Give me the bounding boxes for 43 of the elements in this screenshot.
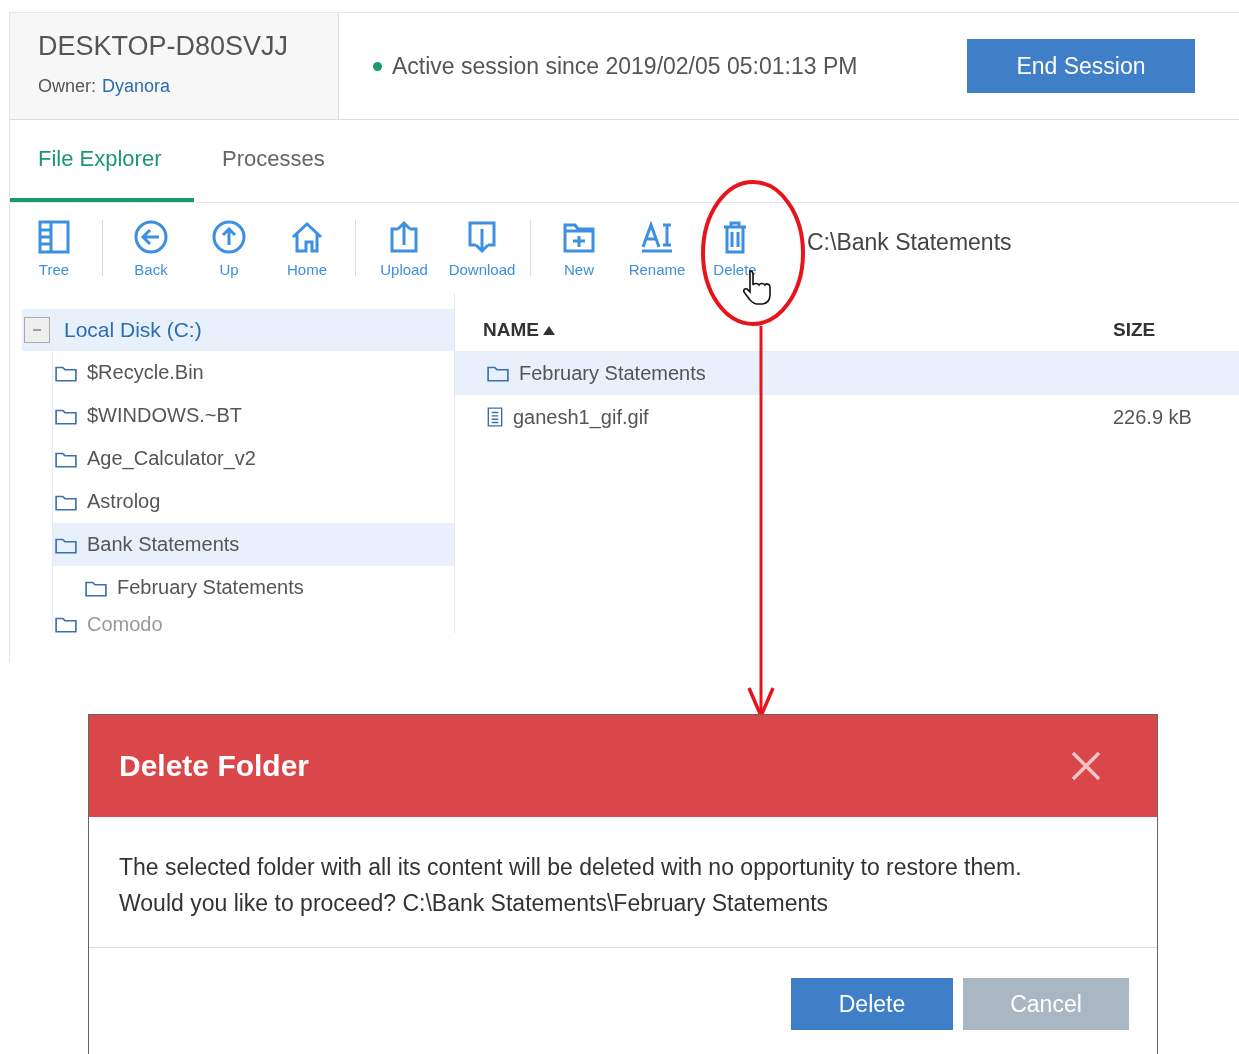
file-name: ganesh1_gif.gif <box>513 405 649 429</box>
confirm-button[interactable]: Delete <box>791 978 953 1030</box>
dialog-message: The selected folder with all its content will be deleted with no opportunity to restore them. <box>119 853 1023 882</box>
dialog-title: Delete Folder <box>119 749 310 783</box>
toolbar-button[interactable]: Tree <box>18 218 90 278</box>
sort-ascending-icon <box>542 325 555 335</box>
column-header[interactable]: SIZE <box>1113 319 1156 341</box>
toolbar-button[interactable]: Upload <box>368 218 440 278</box>
toolbar-button[interactable]: Up <box>193 218 265 278</box>
status-dot-icon <box>373 61 382 71</box>
end-session-button[interactable]: End Session <box>967 39 1195 93</box>
column-header[interactable]: NAME <box>483 319 555 341</box>
toolbar-button[interactable]: Rename <box>621 218 693 278</box>
file-row[interactable]: February Statements <box>455 351 1239 395</box>
tree-item[interactable]: Comodo <box>53 609 454 633</box>
file-name: February Statements <box>519 361 706 385</box>
folder-icon <box>487 364 509 382</box>
file-row[interactable]: ganesh1_gif.gif 226.9 kB <box>455 395 1239 439</box>
tree-item[interactable]: Age_Calculator_v2 <box>53 437 454 480</box>
tree-item[interactable]: $WINDOWS.~BT <box>53 394 454 437</box>
tree-item[interactable]: $Recycle.Bin <box>53 351 454 394</box>
owner-label: Owner: <box>38 76 97 97</box>
tree-item[interactable]: Local Disk (C:) <box>22 309 454 351</box>
toolbar-button[interactable]: New <box>543 218 615 278</box>
path-field[interactable]: C:\Bank Statements <box>807 228 1012 268</box>
document-icon <box>487 407 503 427</box>
tree-item[interactable]: February Statements <box>83 566 454 609</box>
dialog-message: Would you like to proceed? C:\Bank Statements\February Statements <box>119 889 830 918</box>
computer-name: DESKTOP-D80SVJJ <box>38 31 290 62</box>
close-icon[interactable] <box>1071 751 1101 781</box>
session-status: Active session since 2019/02/05 05:01:13 PM <box>392 52 858 80</box>
tab[interactable]: Processes <box>194 120 353 202</box>
collapse-icon[interactable] <box>24 317 50 343</box>
file-size: 226.9 kB <box>1113 405 1192 428</box>
tab[interactable]: File Explorer <box>10 120 194 202</box>
folder-icon <box>55 615 77 633</box>
toolbar-button[interactable]: Home <box>271 218 343 278</box>
tree-panel-icon <box>36 218 72 255</box>
tree-item[interactable]: Astrolog <box>53 480 454 523</box>
toolbar-button[interactable]: Back <box>115 218 187 278</box>
toolbar-button[interactable]: Download <box>446 218 518 278</box>
owner-link[interactable]: Dyanora <box>102 76 171 97</box>
tree-item[interactable]: Bank Statements <box>53 523 454 566</box>
